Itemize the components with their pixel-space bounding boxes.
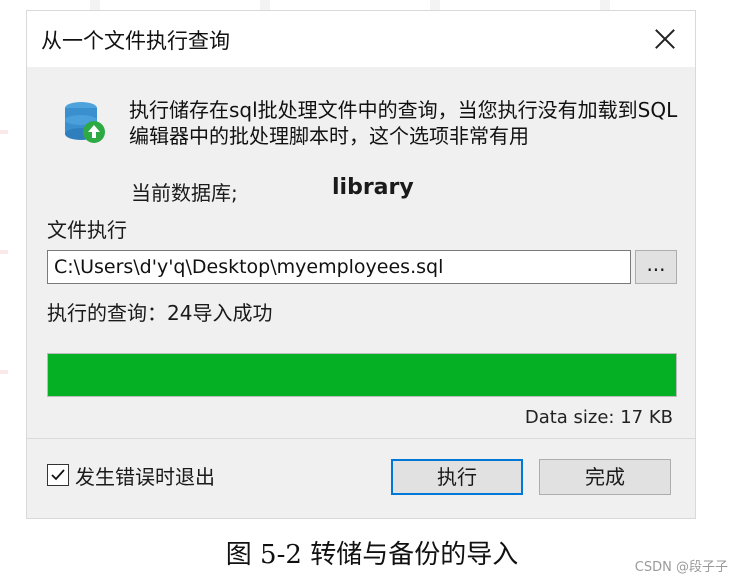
done-button[interactable]: 完成: [539, 459, 671, 495]
dialog-description: 执行储存在sql批处理文件中的查询，当您执行没有加载到SQL编辑器中的批处理脚本…: [129, 98, 678, 148]
file-execute-label: 文件执行: [47, 218, 127, 242]
stop-on-error-checkbox[interactable]: [47, 464, 69, 486]
execute-sql-file-dialog: 从一个文件执行查询 执行储存在sql批处理文件中的查询，当您执行没有加载到SQL…: [26, 10, 696, 519]
stop-on-error-label[interactable]: 发生错误时退出: [75, 461, 215, 490]
divider: [27, 438, 695, 439]
title-bar: 从一个文件执行查询: [27, 11, 695, 67]
checkmark-icon: [51, 469, 65, 481]
figure-caption: 图 5-2 转储与备份的导入: [225, 540, 519, 570]
close-icon[interactable]: [649, 23, 681, 55]
database-upload-icon: [63, 100, 107, 146]
dialog-title: 从一个文件执行查询: [41, 29, 230, 53]
watermark: CSDN @段子子: [634, 560, 728, 575]
data-size-label: Data size: 17 KB: [524, 407, 673, 428]
current-database-value: library: [332, 175, 414, 200]
file-path-input[interactable]: C:\Users\d'y'q\Desktop\myemployees.sql: [47, 250, 631, 284]
background-edge: [0, 70, 8, 490]
execute-button[interactable]: 执行: [391, 459, 523, 495]
current-database-label: 当前数据库;: [131, 181, 238, 205]
progress-bar: [47, 353, 677, 397]
browse-button[interactable]: ...: [635, 250, 677, 284]
executed-queries-status: 执行的查询：24导入成功: [47, 301, 273, 325]
progress-bar-fill: [48, 354, 676, 396]
